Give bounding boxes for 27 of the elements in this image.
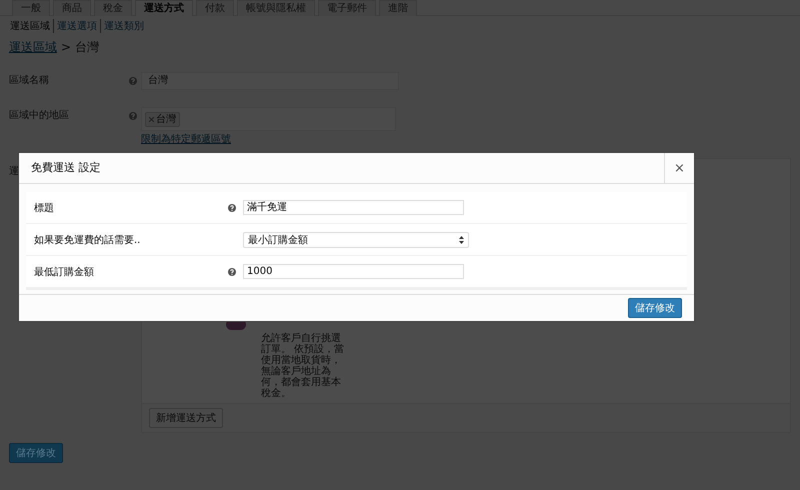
add-method-button[interactable]: 新增運送方式 [149,408,223,428]
subnav-link[interactable]: 運送類別 [100,19,144,33]
text-field[interactable]: 滿千免運 [243,200,464,215]
field-label: 最低訂購金額 [33,266,95,278]
help-icon [129,112,137,120]
close-button[interactable]: × [664,153,694,183]
postcode-link[interactable]: 限制為特定郵遞區號 [141,134,231,145]
breadcrumb-current: > 台灣 [61,40,99,54]
text-field[interactable]: 1000 [243,264,464,279]
field-label: 標題 [33,202,55,214]
field-label: 如果要免運費的話需要.. [33,234,142,246]
save-button[interactable]: 儲存修改 [9,443,63,463]
help-icon [129,77,137,85]
field-label: 運 [9,165,19,178]
regions-field[interactable]: 台灣 [141,107,396,131]
dialog-title: 免費運送 設定 [30,160,100,176]
zone-name-field[interactable]: 台灣 [141,72,399,90]
subnav-link[interactable]: 運送區域 [10,19,50,33]
breadcrumb-link[interactable]: 運送區域 [9,40,57,54]
save-button[interactable]: 儲存修改 [628,298,682,318]
updown-icon [459,236,464,244]
method-description: 允許客戶自行挑選訂單。 依預設，當使用當地取貨時，無論客戶地址為何，都會套用基本稅金。 [261,333,345,399]
subnav-link[interactable]: 運送選項 [53,19,97,33]
select-field[interactable]: 最小訂購金額 [243,232,469,248]
settings-tab[interactable]: 運送方式 [135,0,193,16]
field-label: 區域中的地區 [9,108,70,123]
field-label: 區域名稱 [9,74,50,88]
